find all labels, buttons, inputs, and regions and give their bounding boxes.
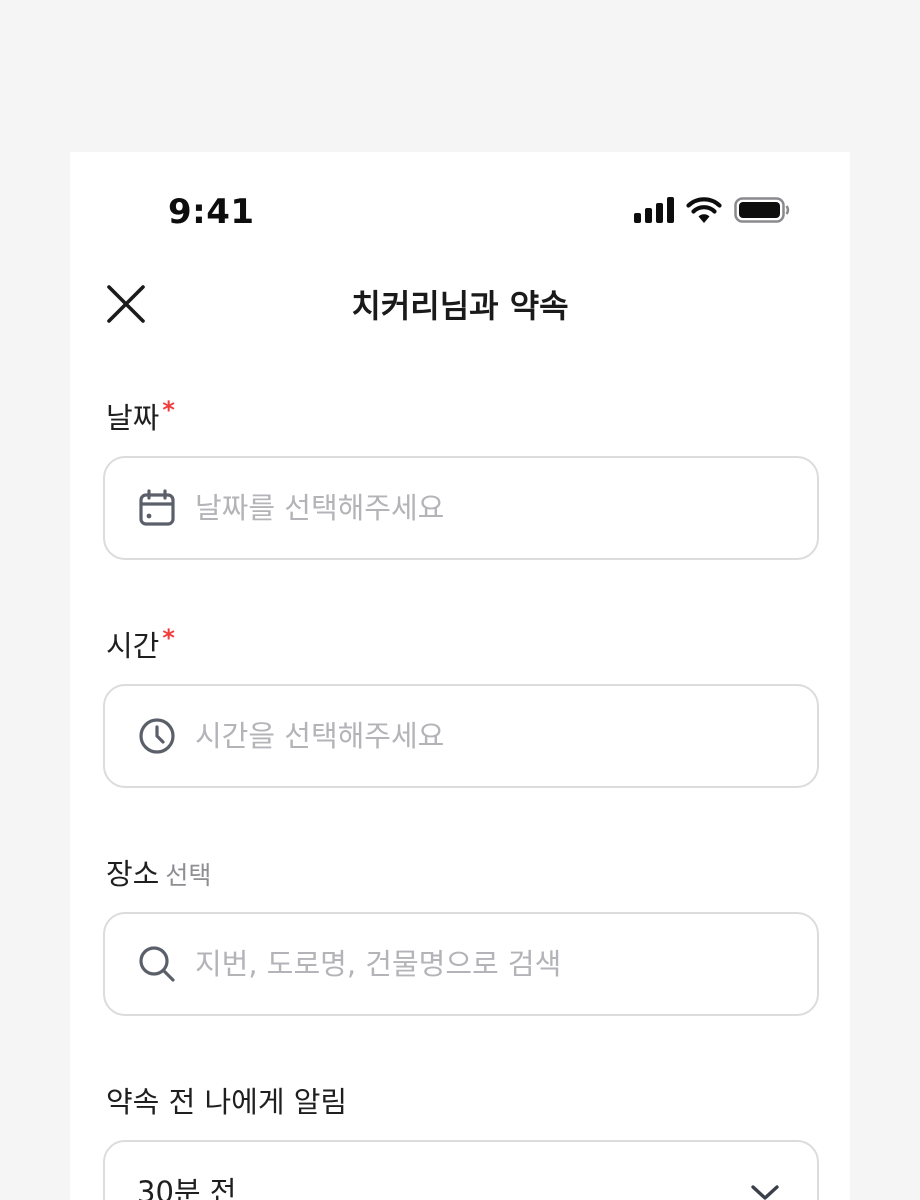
- search-icon: [137, 944, 177, 984]
- chevron-down-icon: [747, 1174, 783, 1200]
- time-placeholder: 시간을 선택해주세요: [195, 719, 445, 753]
- cellular-signal-icon: [634, 197, 674, 227]
- reminder-label-text: 약속 전 나에게 알림: [106, 1085, 348, 1119]
- time-label-text: 시간: [106, 629, 160, 663]
- page-title: 치커리님과 약속: [351, 287, 569, 325]
- battery-icon: [734, 197, 790, 227]
- header: 치커리님과 약속: [70, 272, 850, 352]
- date-label-text: 날짜: [106, 401, 160, 435]
- reminder-selected-value: 30분 전: [137, 1175, 237, 1200]
- date-input[interactable]: 날짜를 선택해주세요: [103, 456, 819, 560]
- place-label-text: 장소: [106, 857, 160, 891]
- app-screen: 9:41 치커리님과 약속 날짜 * 날짜를 선택해주세요 시간 * 시간을 선…: [70, 152, 850, 1200]
- status-icons: [634, 196, 790, 228]
- reminder-label: 약속 전 나에게 알림: [106, 1082, 347, 1122]
- reminder-select[interactable]: 30분 전: [103, 1140, 819, 1200]
- required-mark: *: [162, 396, 175, 424]
- date-label: 날짜 *: [106, 396, 175, 440]
- wifi-icon: [686, 197, 722, 227]
- place-placeholder: 지번, 도로명, 건물명으로 검색: [195, 947, 562, 981]
- date-placeholder: 날짜를 선택해주세요: [195, 491, 445, 525]
- optional-mark: 선택: [165, 861, 212, 890]
- required-mark: *: [162, 624, 175, 652]
- status-bar: 9:41: [70, 152, 850, 272]
- place-search-input[interactable]: 지번, 도로명, 건물명으로 검색: [103, 912, 819, 1016]
- status-time: 9:41: [168, 192, 255, 232]
- place-label: 장소 선택: [106, 854, 211, 896]
- time-label: 시간 *: [106, 624, 175, 668]
- calendar-icon: [137, 488, 177, 528]
- time-input[interactable]: 시간을 선택해주세요: [103, 684, 819, 788]
- clock-icon: [137, 716, 177, 756]
